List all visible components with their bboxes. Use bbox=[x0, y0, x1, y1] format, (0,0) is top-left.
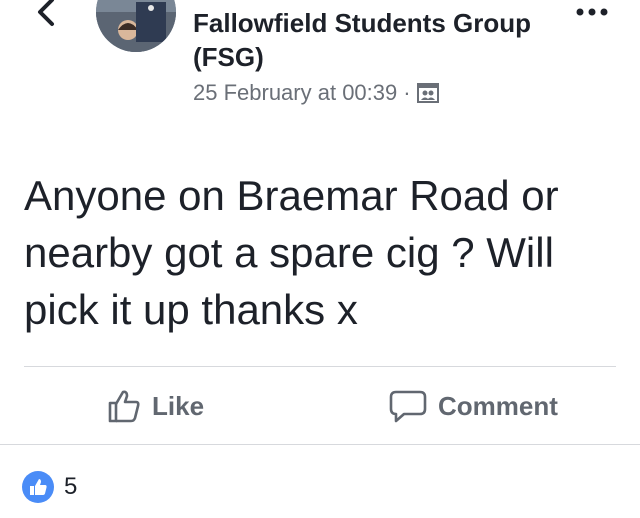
post-meta: 25 February at 00:39 · bbox=[193, 78, 439, 108]
more-options-button[interactable] bbox=[574, 2, 610, 22]
chevron-left-icon bbox=[38, 0, 54, 26]
reaction-count: 5 bbox=[64, 473, 78, 500]
actions-bottom-divider bbox=[0, 444, 640, 445]
group-name-link[interactable]: Fallowfield Students Group (FSG) bbox=[193, 6, 553, 74]
more-horizontal-icon bbox=[576, 8, 608, 16]
like-reaction-badge bbox=[22, 471, 54, 503]
comment-button[interactable]: Comment bbox=[388, 384, 558, 428]
comment-bubble-icon bbox=[389, 390, 427, 423]
reactions-summary[interactable]: 5 bbox=[22, 471, 77, 503]
comment-label: Comment bbox=[438, 390, 558, 421]
back-button[interactable] bbox=[32, 0, 62, 28]
group-audience-icon bbox=[416, 83, 439, 103]
post-body-text: Anyone on Braemar Road or nearby got a s… bbox=[24, 172, 559, 333]
thumbs-up-outline-icon bbox=[108, 390, 140, 423]
post-timestamp[interactable]: 25 February at 00:39 bbox=[193, 78, 397, 108]
avatar-photo bbox=[96, 0, 176, 52]
meta-separator: · bbox=[403, 80, 411, 105]
like-label: Like bbox=[152, 390, 205, 421]
group-avatar[interactable] bbox=[96, 0, 176, 52]
thumbs-up-filled-icon bbox=[30, 479, 47, 495]
like-button[interactable]: Like bbox=[106, 384, 204, 428]
actions-top-divider bbox=[24, 366, 616, 367]
